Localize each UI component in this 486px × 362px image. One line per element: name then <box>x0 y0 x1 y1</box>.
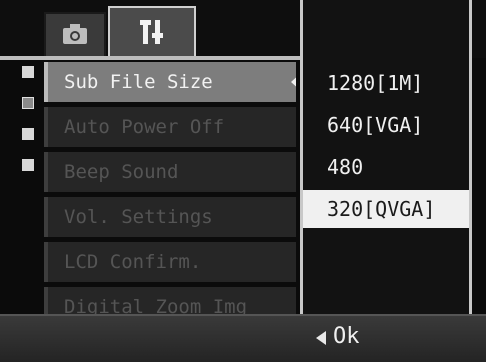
dropdown-option-selected[interactable]: 320[QVGA] <box>303 190 469 228</box>
ok-bar: Ok <box>0 314 486 362</box>
tab-shooting[interactable] <box>44 12 106 58</box>
menu-item-label: Auto Power Off <box>64 116 225 138</box>
menu-item-auto-power-off[interactable]: Auto Power Off <box>44 107 296 147</box>
ok-button[interactable]: Ok <box>333 322 360 352</box>
dropdown-option[interactable]: 640[VGA] <box>303 106 469 144</box>
setup-icon <box>137 17 167 51</box>
setup-menu-list: Sub File Size Auto Power Off Beep Sound … <box>44 62 296 332</box>
sub-file-size-dropdown: 1280[1M] 640[VGA] 480 320[QVGA] <box>300 0 472 314</box>
camera-setup-screen: Sub File Size Auto Power Off Beep Sound … <box>0 0 486 362</box>
tab-underline <box>0 56 300 60</box>
menu-item-vol-settings[interactable]: Vol. Settings <box>44 197 296 237</box>
tab-setup[interactable] <box>108 6 196 60</box>
page-indicator-square <box>22 66 34 78</box>
page-indicator-square <box>22 159 34 171</box>
menu-item-sub-file-size[interactable]: Sub File Size <box>44 62 296 102</box>
menu-item-label: Vol. Settings <box>64 206 213 228</box>
camera-icon <box>62 23 88 49</box>
dropdown-option[interactable]: 480 <box>303 148 469 186</box>
menu-item-label: Beep Sound <box>64 161 179 183</box>
dropdown-option[interactable]: 1280[1M] <box>303 64 469 102</box>
page-indicator-square-active <box>22 97 34 109</box>
menu-item-beep-sound[interactable]: Beep Sound <box>44 152 296 192</box>
menu-item-label: Sub File Size <box>64 71 213 93</box>
page-indicator <box>22 66 36 190</box>
caret-left-icon <box>291 74 296 90</box>
left-arrow-icon <box>316 331 326 345</box>
menu-item-lcd-confirm[interactable]: LCD Confirm. <box>44 242 296 282</box>
menu-item-label: LCD Confirm. <box>64 251 202 273</box>
page-indicator-square <box>22 128 34 140</box>
